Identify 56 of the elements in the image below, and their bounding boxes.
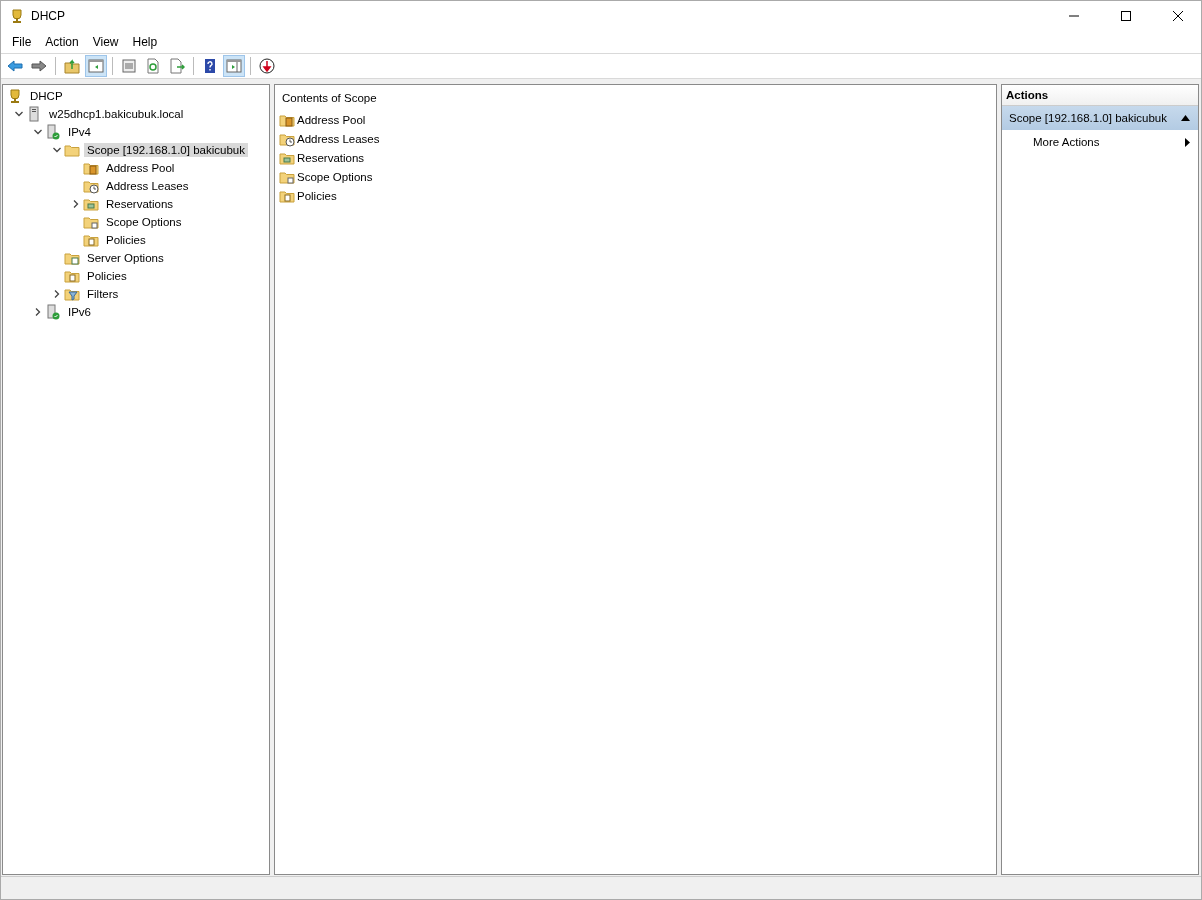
tree-item[interactable]: Reservations — [103, 197, 177, 211]
menu-item[interactable]: File — [5, 35, 39, 49]
folder-icon — [83, 196, 99, 212]
menu-item[interactable]: Help — [125, 35, 165, 49]
chevron-icon — [71, 199, 81, 209]
folder-icon — [64, 286, 80, 302]
list-item[interactable]: Reservations — [297, 151, 365, 164]
tree-item[interactable]: IPv4 — [65, 125, 94, 139]
list-item[interactable]: Scope Options — [297, 170, 373, 183]
stop-icon — [259, 58, 275, 74]
forward-arrow-icon — [31, 58, 47, 74]
maximize-icon — [1121, 11, 1131, 21]
help-icon — [202, 58, 218, 74]
window-title: DHCP — [31, 9, 66, 23]
server-icon — [26, 106, 42, 122]
tree-item[interactable]: Policies — [103, 233, 149, 247]
action-item[interactable]: More Actions — [1002, 130, 1198, 154]
trophy-icon — [9, 8, 25, 24]
tree-item[interactable]: Server Options — [84, 251, 167, 265]
list-item[interactable]: Address Pool — [297, 113, 366, 126]
tree-item[interactable]: Filters — [84, 287, 122, 301]
tree-item[interactable]: Address Pool — [103, 161, 178, 175]
action-section-header[interactable]: Scope [192.168.1.0] bakicubuk — [1002, 106, 1198, 130]
menu-item[interactable]: Action — [38, 35, 86, 49]
tree-item[interactable]: DHCP — [27, 89, 66, 103]
folder-icon — [83, 232, 99, 248]
folder-icon — [83, 214, 99, 230]
content-heading: Contents of Scope — [282, 92, 378, 104]
tree-item[interactable]: Scope [192.168.1.0] bakicubuk — [84, 143, 248, 157]
properties-icon — [121, 58, 137, 74]
section-title: Scope [192.168.1.0] bakicubuk — [1009, 112, 1167, 124]
action-pane-icon — [226, 58, 242, 74]
server-icon — [45, 124, 61, 140]
menu-item[interactable]: View — [85, 35, 126, 49]
back-arrow-icon — [7, 58, 23, 74]
folder-icon — [83, 160, 99, 176]
tree-item[interactable]: Address Leases — [103, 179, 192, 193]
console-tree-icon — [88, 58, 104, 74]
toolbar-button[interactable] — [256, 55, 278, 77]
export-list-icon — [169, 58, 185, 74]
folder-icon — [64, 250, 80, 266]
folder-icon — [64, 142, 80, 158]
trophy-icon — [7, 88, 23, 104]
refresh-icon — [145, 58, 161, 74]
list-item[interactable]: Address Leases — [297, 132, 380, 145]
tree-item[interactable]: Scope Options — [103, 215, 185, 229]
server-icon — [45, 304, 61, 320]
tree-item[interactable]: w25dhcp1.bakicubuk.local — [46, 107, 187, 121]
close-icon — [1173, 11, 1183, 21]
folder-up-icon — [64, 58, 80, 74]
tree-item[interactable]: IPv6 — [65, 305, 94, 319]
folder-icon — [83, 178, 99, 194]
action-label: More Actions — [1033, 136, 1100, 148]
tree-item[interactable]: Policies — [84, 269, 130, 283]
list-item[interactable]: Policies — [297, 189, 337, 202]
folder-icon — [64, 268, 80, 284]
